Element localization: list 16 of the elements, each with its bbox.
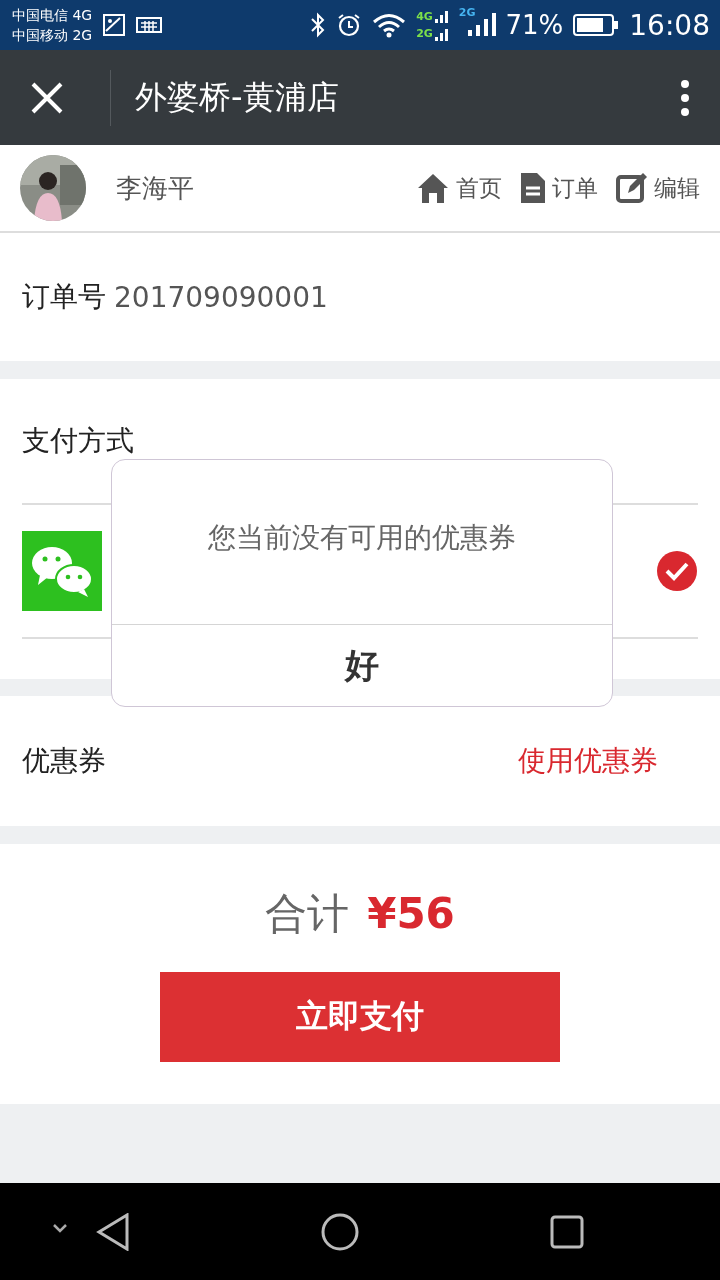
carrier-label: 中国电信 4G (12, 6, 93, 25)
order-number-label: 订单号 (22, 279, 106, 315)
network-label: 2G (416, 26, 433, 42)
network-label: 4G (416, 9, 433, 25)
total-label: 合计 (265, 888, 350, 940)
battery-percent: 71% (505, 10, 564, 40)
user-name: 李海平 (116, 171, 194, 205)
total-amount: ¥56 (367, 889, 455, 938)
clock: 16:08 (629, 8, 710, 42)
dialog-message: 您当前没有可用的优惠券 (208, 520, 516, 556)
page-title: 外婆桥-黄浦店 (135, 76, 340, 118)
order-number: 201709090001 (114, 280, 328, 314)
section-title: 支付方式 (22, 423, 134, 459)
network-label: 2G (458, 6, 476, 19)
carrier-label: 中国移动 2G (12, 26, 93, 45)
coupon-label: 优惠券 (22, 743, 106, 779)
